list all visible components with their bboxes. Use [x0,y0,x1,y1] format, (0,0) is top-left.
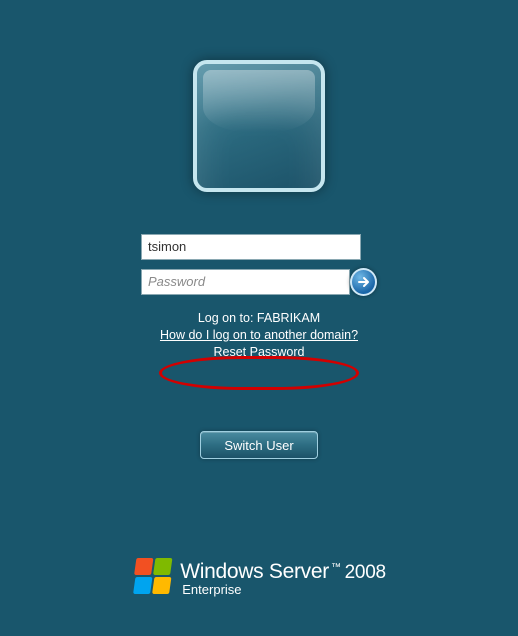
product-name: Windows Server [180,560,329,583]
other-domain-link[interactable]: How do I log on to another domain? [141,327,377,344]
login-hints: Log on to: FABRIKAM How do I log on to a… [141,310,377,361]
login-form: tsimon Password Log on to: FABRIKAM How … [141,234,377,361]
branding-text: Windows Server™2008 Enterprise [180,560,385,597]
product-year: 2008 [345,562,386,583]
arrow-right-icon [357,275,371,289]
password-input[interactable]: Password [141,269,350,295]
reset-password-link[interactable]: Reset Password [141,344,377,361]
product-edition: Enterprise [182,582,385,597]
logon-domain-label: Log on to: FABRIKAM [141,310,377,327]
windows-logo-icon [132,558,172,598]
os-branding: Windows Server™2008 Enterprise [132,558,385,598]
submit-arrow-button[interactable] [350,268,377,296]
switch-user-button[interactable]: Switch User [200,431,318,459]
username-input[interactable]: tsimon [141,234,361,260]
password-row: Password [141,268,377,296]
login-screen: tsimon Password Log on to: FABRIKAM How … [0,0,518,459]
user-avatar-tile [193,60,325,192]
